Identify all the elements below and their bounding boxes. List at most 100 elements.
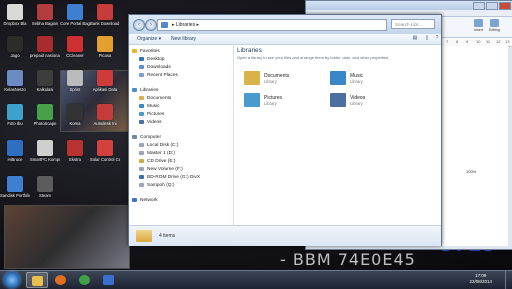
desktop-icon-label: Sandisk Portfolio (0, 193, 30, 198)
bbm-text: - BBM 74E0E45 (280, 250, 416, 269)
desktop-icon-item[interactable]: Solar Control Center (90, 140, 120, 162)
taskbar-media[interactable] (98, 272, 120, 288)
drive-icon (139, 150, 144, 155)
taskbar-explorer[interactable] (26, 272, 48, 288)
drive-icon (139, 166, 144, 171)
library-music[interactable]: Music Library (330, 71, 420, 89)
desktop-icon-item[interactable]: prepaid nasional (30, 36, 60, 58)
preview-pane-icon[interactable]: ▯ (423, 35, 431, 42)
navigation-bar: ‹ › ▸ Libraries ▸ Search Libr... (129, 15, 441, 34)
show-desktop-button[interactable] (505, 271, 512, 289)
libraries-icon (132, 87, 137, 92)
desktop-icon-item[interactable]: Core Portal Bag (60, 4, 90, 26)
desktop-icon-item[interactable]: Dropbox Bla (0, 4, 30, 26)
desktop-icon-item[interactable]: Picasa (90, 36, 120, 58)
maximize-button[interactable] (486, 2, 498, 10)
breadcrumb[interactable]: ▸ Libraries ▸ (172, 22, 199, 28)
desktop-icon-item[interactable]: Sprint (60, 70, 90, 92)
desktop-icon-label: CCleaner (66, 53, 84, 58)
close-button[interactable] (499, 2, 511, 10)
organize-button[interactable]: Organize ▾ (137, 36, 161, 42)
desktop-icon-label: Steam (38, 193, 52, 198)
nav-favorites[interactable]: Favorites (132, 48, 160, 55)
desktop-icon-item[interactable]: Steam (30, 176, 60, 198)
desktop-icon-label: Picasa (98, 53, 112, 58)
desktop-icon-label: Sprint (69, 87, 81, 92)
wallpaper-photo (4, 205, 130, 269)
desktop-icon-label: Jago (10, 53, 20, 58)
desktop-icon-item[interactable]: KelasNetJo (0, 70, 30, 92)
desktop-icon-label: HiBruce (7, 157, 23, 162)
desktop-icon-item[interactable]: SmartPC Kompulan (30, 140, 60, 162)
desktop-icon-item[interactable]: Autodesk Ini (90, 104, 120, 126)
desktop-icon-item[interactable]: Ekstra (60, 140, 90, 162)
desktop-icon-item[interactable]: Foto Ibu (0, 104, 30, 126)
forward-arrow-icon[interactable]: › (145, 19, 157, 31)
library-type: Library (264, 79, 277, 84)
document-page[interactable] (436, 46, 508, 246)
view-options-icon[interactable]: ▤ (411, 35, 419, 42)
nav-downloads[interactable]: Downloads (139, 64, 171, 71)
desktop-icon-item[interactable]: Koma (60, 104, 90, 126)
desktop-icon-item[interactable]: Sebha Bagian (30, 4, 60, 26)
nav-drive-q[interactable]: Sampoh (Q:) (139, 182, 174, 189)
nav-drive-e[interactable]: CD Drive (E:) (139, 158, 176, 165)
library-type: Library (350, 79, 363, 84)
app-icon (7, 176, 23, 192)
taskbar-firefox[interactable] (50, 272, 72, 288)
nav-drive-f[interactable]: New Volume (F:) (139, 166, 183, 173)
minimize-button[interactable] (473, 2, 485, 10)
nav-desktop[interactable]: Desktop (139, 56, 165, 63)
app-icon (67, 4, 83, 20)
nav-drive-g[interactable]: BD-ROM Drive (G:) DivX (139, 174, 200, 181)
desktop-icon-item[interactable]: Bank Download Ini (90, 4, 120, 26)
desktop-icon-item[interactable]: Sandisk Portfolio (0, 176, 30, 198)
library-videos[interactable]: Videos Library (330, 93, 420, 111)
videos-icon (139, 119, 144, 124)
desktop-icon-label: PhotoScape (33, 121, 57, 126)
back-arrow-icon[interactable]: ‹ (133, 19, 145, 31)
zoom-level[interactable]: 100% (466, 169, 512, 174)
clock[interactable]: 17:09 22/08/2014 (469, 273, 492, 285)
app-icon (7, 140, 23, 156)
app-icon (37, 70, 53, 86)
app-icon (7, 104, 23, 120)
nav-computer[interactable]: Computer (132, 134, 161, 141)
app-icon (7, 36, 23, 52)
nav-recent-places[interactable]: Recent Places (139, 72, 178, 79)
library-pictures[interactable]: Pictures Library (244, 93, 334, 111)
nav-documents[interactable]: Documents (139, 95, 171, 102)
nav-videos[interactable]: Videos (139, 119, 162, 126)
nav-music[interactable]: Music (139, 103, 160, 110)
new-library-button[interactable]: New library (171, 36, 196, 42)
library-type: Library (264, 101, 277, 106)
desktop-icon-item[interactable]: CCleaner (60, 36, 90, 58)
address-bar[interactable]: ▸ Libraries ▸ (157, 19, 387, 31)
library-documents[interactable]: Documents Library (244, 71, 334, 89)
title-bar[interactable] (306, 1, 512, 10)
nav-drive-c[interactable]: Local Disk (C:) (139, 142, 178, 149)
nav-libraries[interactable]: Libraries (132, 87, 158, 94)
nav-network[interactable]: Network (132, 197, 158, 204)
desktop-icon-item[interactable]: Kalkulasi (30, 70, 60, 92)
downloads-icon (139, 64, 144, 69)
app-icon (67, 70, 83, 86)
start-button[interactable] (4, 272, 20, 288)
nav-pictures[interactable]: Pictures (139, 111, 164, 118)
star-icon (132, 48, 137, 53)
search-input[interactable]: Search Libr... (391, 19, 435, 29)
desktop-icon-item[interactable]: PhotoScape (30, 104, 60, 126)
insert-button[interactable]: Insert (472, 19, 485, 34)
nav-drive-d[interactable]: Master 1 (D:) (139, 150, 175, 157)
chrome-icon (79, 275, 90, 285)
explorer-window[interactable]: ‹ › ▸ Libraries ▸ Search Libr... Organiz… (128, 14, 442, 246)
taskbar-chrome[interactable] (74, 272, 96, 288)
desktop-icon-item[interactable]: HiBruce (0, 140, 30, 162)
desktop-icon-item[interactable]: Aplikasi Data (90, 70, 120, 92)
media-icon (103, 275, 114, 285)
desktop-icon-label: Bank Download Ini (90, 21, 120, 26)
pictures-icon (139, 111, 144, 116)
editing-button[interactable]: Editing (488, 19, 501, 34)
help-icon[interactable]: ? (433, 35, 441, 42)
desktop-icon-item[interactable]: Jago (0, 36, 30, 58)
